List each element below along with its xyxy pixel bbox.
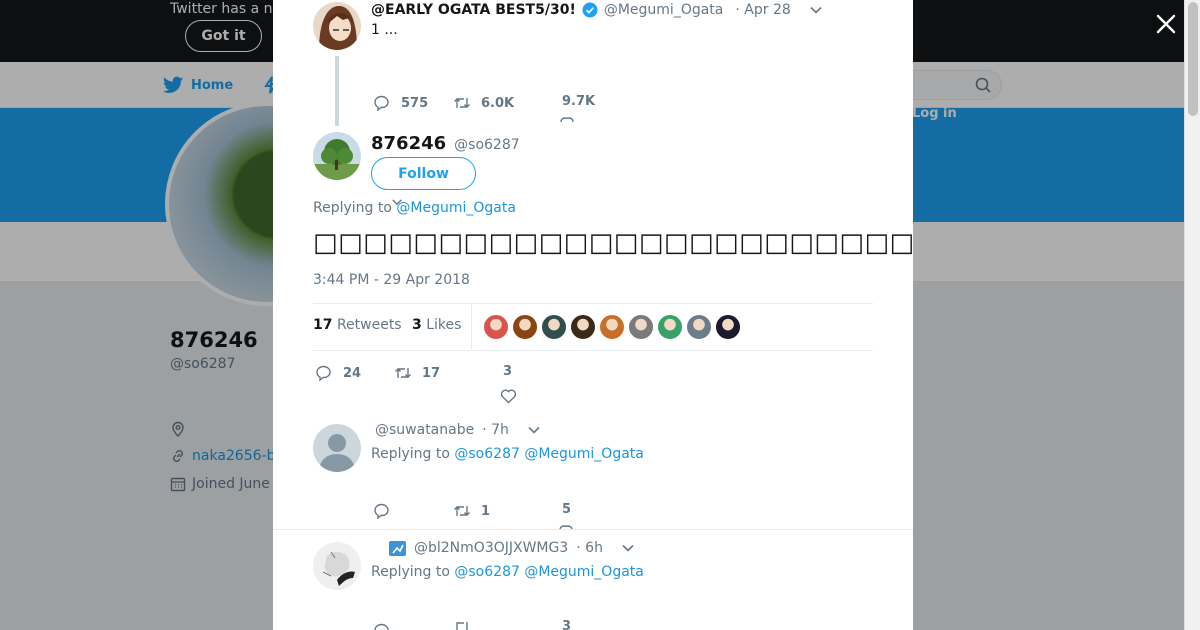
parent-like-count: 9.7K: [562, 94, 596, 109]
retweets-stat[interactable]: 17 Retweets: [313, 317, 402, 333]
reply-retweet-action[interactable]: 1: [453, 502, 490, 520]
reply-retweet-count: 1: [481, 503, 491, 519]
main-tweet-header: 876246 @so6287: [371, 133, 520, 154]
default-avatar-image: [313, 424, 361, 472]
retweet-icon[interactable]: [453, 620, 471, 630]
parent-tweet-avatar[interactable]: [313, 2, 361, 50]
reply-header: @bl2NmO3OJJXWMG3 · 6h: [389, 540, 635, 556]
heart-icon[interactable]: [560, 117, 574, 123]
parent-tweet-name[interactable]: @EARLY OGATA BEST5/30!: [371, 2, 576, 18]
reply-icon: [374, 503, 389, 520]
reply-avatar[interactable]: [313, 542, 361, 590]
main-reply-count: 24: [343, 365, 362, 381]
parent-tweet-handle[interactable]: @Megumi_Ogata: [604, 2, 724, 18]
scrollbar-thumb[interactable]: [1188, 2, 1198, 116]
scrollbar[interactable]: [1184, 0, 1200, 630]
tweet-modal: @EARLY OGATA BEST5/30! @Megumi_Ogata · A…: [273, 0, 913, 630]
main-reply-action[interactable]: 24: [315, 364, 361, 382]
verified-badge-icon: [582, 2, 598, 18]
main-tweet-timestamp[interactable]: 3:44 PM - 29 Apr 2018: [313, 272, 470, 288]
reply-handle[interactable]: @suwatanabe: [375, 422, 474, 438]
reply-like-action[interactable]: 5: [562, 502, 571, 517]
main-tweet-name[interactable]: 876246: [371, 133, 446, 154]
liker-avatar[interactable]: [512, 314, 538, 340]
follow-button[interactable]: Follow: [371, 157, 476, 190]
chevron-down-icon[interactable]: [621, 541, 635, 555]
retweets-stat-count: 17: [313, 317, 333, 333]
liker-avatars: [483, 314, 741, 340]
main-replying-to: Replying to @Megumi_Ogata: [313, 200, 516, 216]
parent-tweet-header: @EARLY OGATA BEST5/30! @Megumi_Ogata · A…: [371, 2, 823, 18]
emoji-icon: [389, 540, 406, 556]
main-like-count: 3: [503, 364, 513, 379]
main-tweet-text: □□□□□□□□□□□□□□□□□□□□□□□□□□F□□□□□□□□□□□□□…: [313, 228, 913, 258]
main-tweet-avatar[interactable]: [313, 132, 361, 180]
anime-avatar-image: [313, 2, 361, 50]
reply-like-action[interactable]: 3: [562, 619, 571, 630]
reply-icon: [316, 365, 331, 382]
parent-reply-count: 575: [401, 95, 429, 111]
reply-header: @suwatanabe · 7h: [375, 422, 541, 438]
liker-avatar[interactable]: [686, 314, 712, 340]
sketch-avatar-image: [313, 542, 361, 590]
chevron-down-icon[interactable]: [809, 3, 823, 17]
likes-stat-label: Likes: [426, 317, 462, 333]
reply-reply-action[interactable]: [373, 502, 401, 520]
heart-icon[interactable]: [500, 388, 517, 404]
liker-avatar[interactable]: [541, 314, 567, 340]
divider: [313, 303, 873, 304]
reply-icon: [374, 95, 389, 112]
liker-avatar[interactable]: [570, 314, 596, 340]
main-replying-mention[interactable]: @Megumi_Ogata: [396, 200, 516, 216]
liker-avatar[interactable]: [657, 314, 683, 340]
reply-time[interactable]: · 6h: [576, 540, 603, 556]
liker-avatar[interactable]: [628, 314, 654, 340]
parent-retweet-count: 6.0K: [481, 95, 515, 111]
divider: [471, 304, 472, 350]
reply-replying-to: Replying to @so6287 @Megumi_Ogata: [371, 446, 644, 462]
reply-replying-prefix: Replying to: [371, 564, 450, 580]
reply-handle[interactable]: @bl2NmO3OJJXWMG3: [414, 540, 568, 556]
liker-avatar[interactable]: [599, 314, 625, 340]
reply-icon[interactable]: [373, 620, 391, 630]
parent-retweet-action[interactable]: 6.0K: [453, 94, 514, 112]
main-retweet-count: 17: [422, 365, 441, 381]
divider: [273, 529, 913, 530]
reply-time[interactable]: · 7h: [482, 422, 509, 438]
parent-tweet-text: 1 ...: [371, 22, 398, 38]
main-replying-prefix: Replying to: [313, 200, 392, 216]
tree-avatar-image: [313, 132, 361, 180]
retweets-stat-label: Retweets: [336, 317, 402, 333]
reply-replying-prefix: Replying to: [371, 446, 450, 462]
retweet-icon: [454, 506, 470, 516]
liker-avatar[interactable]: [483, 314, 509, 340]
reply-replying-mentions[interactable]: @so6287 @Megumi_Ogata: [454, 564, 643, 580]
chevron-down-icon[interactable]: [527, 423, 541, 437]
reply-like-count: 3: [562, 619, 572, 630]
main-tweet-handle[interactable]: @so6287: [454, 137, 520, 153]
parent-reply-action[interactable]: 575: [373, 94, 428, 112]
reply-replying-mentions[interactable]: @so6287 @Megumi_Ogata: [454, 446, 643, 462]
close-icon[interactable]: [1152, 10, 1180, 38]
liker-avatar[interactable]: [715, 314, 741, 340]
retweet-icon: [454, 98, 470, 108]
reply-replying-to: Replying to @so6287 @Megumi_Ogata: [371, 564, 644, 580]
main-retweet-action[interactable]: 17: [394, 364, 440, 382]
likes-stat[interactable]: 3 Likes: [412, 317, 461, 333]
retweet-icon: [395, 368, 411, 378]
reply-like-count: 5: [562, 502, 572, 517]
likes-stat-count: 3: [412, 317, 422, 333]
parent-like-action[interactable]: 9.7K: [562, 94, 595, 109]
parent-tweet-time[interactable]: · Apr 28: [735, 2, 790, 18]
divider: [313, 350, 873, 351]
thread-line: [335, 56, 339, 126]
main-like-count-wrap[interactable]: 3: [503, 364, 512, 379]
reply-avatar[interactable]: [313, 424, 361, 472]
